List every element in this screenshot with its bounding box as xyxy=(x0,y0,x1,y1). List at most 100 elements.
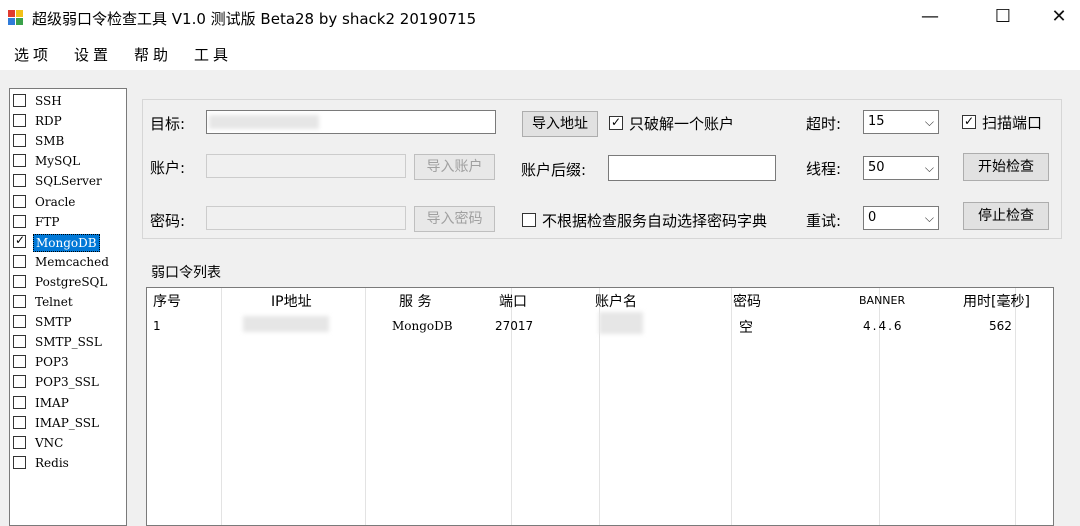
retry-select[interactable]: 0 ⌵ xyxy=(863,206,939,230)
cell-index: 1 xyxy=(153,319,161,333)
column-header-port[interactable]: 端口 xyxy=(499,291,527,311)
column-header-time[interactable]: 用时[毫秒] xyxy=(963,291,1030,311)
account-suffix-input[interactable] xyxy=(608,155,776,181)
service-list[interactable]: SSH RDP SMB MySQL SQLServer Oracle FTP ✓ MongoDB… xyxy=(9,88,127,526)
service-item-rdp[interactable]: RDP xyxy=(12,112,126,130)
service-checkbox[interactable] xyxy=(13,134,26,148)
service-checkbox[interactable] xyxy=(13,114,26,128)
service-item-sqlserver[interactable]: SQLServer xyxy=(12,172,126,190)
service-checkbox[interactable] xyxy=(13,214,26,228)
scan-port-checkbox[interactable]: ✓ 扫描端口 xyxy=(962,112,1057,132)
service-checkbox[interactable] xyxy=(13,274,26,288)
title-bar: 超级弱口令检查工具 V1.0 测试版 Beta28 by shack2 2019… xyxy=(0,0,1080,36)
service-checkbox[interactable] xyxy=(13,355,26,369)
service-checkbox[interactable] xyxy=(13,295,26,308)
import-account-button[interactable]: 导入账户 xyxy=(414,154,495,180)
service-item-postgresql[interactable]: PostgreSQL xyxy=(12,273,126,291)
service-item-oracle[interactable]: Oracle xyxy=(12,193,126,211)
service-item-telnet[interactable]: Telnet xyxy=(12,293,126,311)
service-item-redis[interactable]: Redis xyxy=(12,454,126,472)
service-item-mongodb[interactable]: ✓ MongoDB xyxy=(12,233,126,252)
service-item-smb[interactable]: SMB xyxy=(12,132,126,150)
service-item-ftp[interactable]: FTP xyxy=(12,213,126,231)
target-input[interactable] xyxy=(206,110,496,134)
import-password-button[interactable]: 导入密码 xyxy=(414,206,495,232)
password-input[interactable] xyxy=(206,206,406,230)
auto-dict-checkbox[interactable]: 不根据检查服务自动选择密码字典 xyxy=(522,210,802,230)
service-label: SQLServer xyxy=(35,174,102,189)
service-item-smtp_ssl[interactable]: SMTP_SSL xyxy=(12,333,126,351)
service-item-smtp[interactable]: SMTP xyxy=(12,313,126,331)
target-label: 目标: xyxy=(150,115,186,133)
column-header-index[interactable]: 序号 xyxy=(153,291,181,311)
chevron-down-icon: ⌵ xyxy=(924,115,934,129)
import-address-button[interactable]: 导入地址 xyxy=(522,111,598,137)
timeout-value: 15 xyxy=(868,114,885,129)
service-item-imap[interactable]: IMAP xyxy=(12,394,126,412)
service-label: VNC xyxy=(35,435,64,450)
service-label: SMTP xyxy=(35,315,72,330)
menu-options[interactable]: 选项 xyxy=(14,44,52,65)
service-item-vnc[interactable]: VNC xyxy=(12,434,126,452)
retry-value: 0 xyxy=(868,210,877,225)
service-item-memcached[interactable]: Memcached xyxy=(12,253,126,271)
service-checkbox[interactable] xyxy=(13,455,26,469)
service-label: MongoDB xyxy=(33,233,100,252)
service-checkbox[interactable] xyxy=(13,395,26,409)
service-item-pop3_ssl[interactable]: POP3_SSL xyxy=(12,373,126,391)
service-item-pop3[interactable]: POP3 xyxy=(12,353,126,371)
threads-value: 50 xyxy=(868,160,885,175)
stop-check-button[interactable]: 停止检查 xyxy=(963,202,1049,230)
menu-help[interactable]: 帮助 xyxy=(134,44,172,65)
results-table[interactable]: 序号 IP地址 服 务 端口 账户名 密码 BANNER 用时[毫秒] 1 Mo… xyxy=(146,287,1054,526)
column-header-password[interactable]: 密码 xyxy=(733,291,761,311)
minimize-button[interactable]: — xyxy=(905,0,955,34)
service-checkbox[interactable] xyxy=(13,194,26,208)
service-label: Memcached xyxy=(35,254,109,269)
service-label: Redis xyxy=(35,455,69,470)
timeout-select[interactable]: 15 ⌵ xyxy=(863,110,939,134)
service-checkbox[interactable] xyxy=(13,254,26,268)
service-checkbox[interactable] xyxy=(13,174,26,188)
column xyxy=(731,288,880,525)
service-checkbox[interactable] xyxy=(13,94,26,107)
redacted-target xyxy=(209,115,319,129)
checkbox-box[interactable] xyxy=(522,213,536,227)
account-input[interactable] xyxy=(206,154,406,178)
service-label: POP3_SSL xyxy=(35,375,99,390)
service-label: Telnet xyxy=(35,295,73,309)
cell-time: 562 xyxy=(989,319,1012,333)
column-header-ip[interactable]: IP地址 xyxy=(271,291,312,311)
close-button[interactable]: ✕ xyxy=(1034,0,1080,34)
service-checkbox[interactable] xyxy=(13,435,26,449)
checkbox-box[interactable]: ✓ xyxy=(962,114,976,129)
service-item-imap_ssl[interactable]: IMAP_SSL xyxy=(12,414,126,432)
auto-dict-label: 不根据检查服务自动选择密码字典 xyxy=(542,212,768,230)
maximize-button[interactable]: ☐ xyxy=(978,0,1028,34)
service-item-mysql[interactable]: MySQL xyxy=(12,152,126,170)
threads-select[interactable]: 50 ⌵ xyxy=(863,156,939,180)
column-header-service[interactable]: 服 务 xyxy=(399,291,431,311)
window-title: 超级弱口令检查工具 V1.0 测试版 Beta28 by shack2 2019… xyxy=(32,10,477,28)
service-checkbox[interactable] xyxy=(13,415,26,429)
cell-banner: 4.4.6 xyxy=(863,319,904,333)
menu-bar: 选项 设置 帮助 工具 xyxy=(0,38,1080,68)
start-check-button[interactable]: 开始检查 xyxy=(963,153,1049,181)
service-item-ssh[interactable]: SSH xyxy=(12,92,126,110)
service-label: POP3 xyxy=(35,355,69,370)
checkbox-box[interactable]: ✓ xyxy=(609,115,623,130)
service-checkbox[interactable] xyxy=(13,154,26,168)
menu-tools[interactable]: 工具 xyxy=(194,44,232,65)
service-checkbox[interactable] xyxy=(13,375,26,389)
menu-settings[interactable]: 设置 xyxy=(74,44,112,65)
service-label: SMB xyxy=(35,134,65,149)
column-header-banner[interactable]: BANNER xyxy=(859,294,905,307)
service-checkbox[interactable]: ✓ xyxy=(13,233,26,248)
service-checkbox[interactable] xyxy=(13,335,26,349)
service-checkbox[interactable] xyxy=(13,315,26,329)
app-icon xyxy=(8,10,24,26)
column-header-account[interactable]: 账户名 xyxy=(595,291,637,311)
check-icon: ✓ xyxy=(611,115,622,129)
redacted-account xyxy=(599,312,643,334)
only-one-account-checkbox[interactable]: ✓ 只破解一个账户 xyxy=(609,113,759,133)
